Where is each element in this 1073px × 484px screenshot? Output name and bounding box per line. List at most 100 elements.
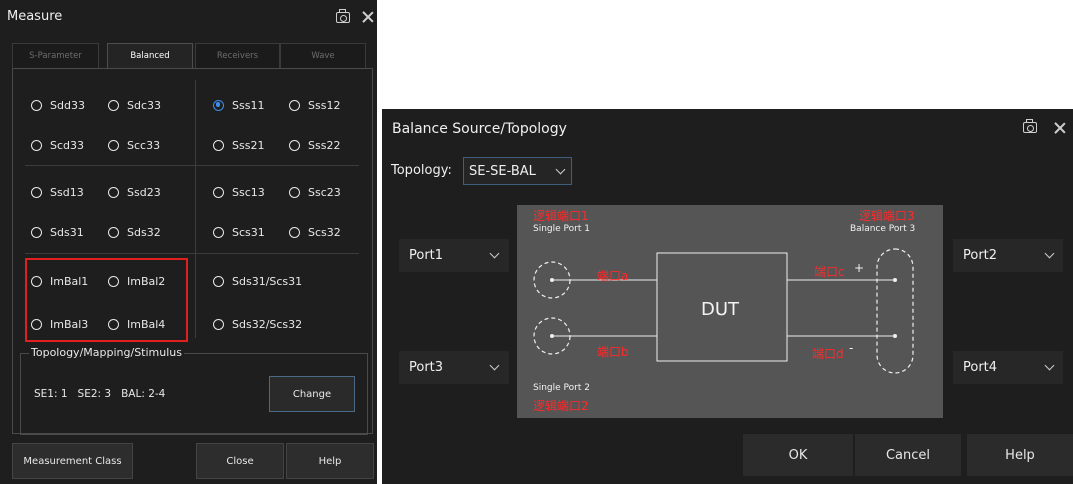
radio-label: Sds32/Scs32 [232,317,303,331]
radio-label: Sdd33 [50,98,85,112]
minus-label: - [849,341,854,355]
radio-unchecked-icon [108,226,119,238]
screenshot-icon[interactable] [336,9,350,23]
balance-port3-label: Balance Port 3 [850,224,916,234]
chevron-down-icon [489,360,500,371]
radio-unchecked-icon [31,186,42,198]
divider [195,80,196,338]
radio-unchecked-icon [108,99,119,111]
radio-sds31[interactable]: Sds31 [31,223,84,241]
balance-title: Balance Source/Topology [392,121,567,137]
tab-balanced[interactable]: Balanced [107,43,193,68]
port-b-label: 端口b [597,345,629,359]
chevron-down-icon [489,248,500,259]
logic-port3-label: 逻辑端口3 [859,209,915,223]
radio-unchecked-icon [289,226,300,238]
radio-unchecked-icon [213,318,224,330]
radio-ssc13[interactable]: Ssc13 [213,183,265,201]
ok-button[interactable]: OK [743,434,853,476]
port2-select[interactable]: Port2 [953,239,1063,272]
close-icon[interactable] [1054,122,1066,134]
measure-titlebar: Measure [0,0,377,34]
tab-s-parameter[interactable]: S-Parameter [12,43,99,68]
imbalance-highlight-box [25,258,188,342]
radio-label: Sss21 [232,138,265,152]
radio-sds32[interactable]: Sds32 [108,223,161,241]
port3-select[interactable]: Port3 [399,351,509,384]
radio-label: Sds32 [127,225,161,239]
radio-scc33[interactable]: Scc33 [108,136,160,154]
radio-scd33[interactable]: Scd33 [31,136,84,154]
radio-label: Sdc33 [127,98,162,112]
radio-unchecked-icon [213,186,224,198]
radio-scs31[interactable]: Scs31 [213,223,265,241]
close-icon[interactable] [362,11,374,23]
topology-mapping-value: SE1: 1 SE2: 3 BAL: 2-4 [34,388,166,400]
help-button[interactable]: Help [967,434,1073,476]
radio-unchecked-icon [31,139,42,151]
radio-label: Sss11 [232,98,265,112]
screenshot-icon[interactable] [1023,119,1037,133]
measure-title: Measure [7,9,63,24]
port-d-label: 端口d [812,347,844,361]
radio-unchecked-icon [289,186,300,198]
logic-port2-label: 逻辑端口2 [533,399,589,413]
radio-label: Scs32 [308,225,341,239]
radio-unchecked-icon [289,139,300,151]
radio-sds31-scs31[interactable]: Sds31/Scs31 [213,272,302,290]
single-port1-label: Single Port 1 [533,224,590,234]
port2-value: Port2 [963,248,998,263]
radio-label: Sds31 [50,225,84,239]
radio-sds32-scs32[interactable]: Sds32/Scs32 [213,315,302,333]
radio-label: Scd33 [50,138,85,152]
tab-wave[interactable]: Wave [280,43,366,68]
topology-group-label: Topology/Mapping/Stimulus [29,346,184,359]
radio-sdd33[interactable]: Sdd33 [31,96,85,114]
close-button[interactable]: Close [196,443,284,479]
balance-topology-dialog: Balance Source/Topology Topology: SE-SE-… [382,109,1073,484]
measure-dialog: Measure S-Parameter Balanced Receivers W… [0,0,377,484]
radio-label: Scs31 [232,225,265,239]
radio-sss11[interactable]: Sss11 [213,96,264,114]
radio-unchecked-icon [108,186,119,198]
single-port2-label: Single Port 2 [533,383,590,393]
radio-sss22[interactable]: Sss22 [289,136,340,154]
change-button[interactable]: Change [269,376,355,412]
radio-unchecked-icon [213,139,224,151]
measurement-class-button[interactable]: Measurement Class [12,443,133,479]
tab-receivers[interactable]: Receivers [195,43,280,68]
radio-sss21[interactable]: Sss21 [213,136,264,154]
port1-select[interactable]: Port1 [399,239,509,272]
radio-scs32[interactable]: Scs32 [289,223,341,241]
chevron-down-icon [1044,360,1055,371]
help-button[interactable]: Help [286,443,374,479]
radio-label: Ssc13 [232,185,265,199]
radio-unchecked-icon [108,139,119,151]
radio-checked-icon [213,99,224,111]
cancel-button[interactable]: Cancel [855,434,961,476]
radio-ssd13[interactable]: Ssd13 [31,183,84,201]
radio-label: Ssd23 [127,185,161,199]
radio-label: Ssd13 [50,185,84,199]
radio-label: Ssc23 [308,185,341,199]
radio-label: Sss12 [308,98,341,112]
chevron-down-icon [1044,248,1055,259]
dut-label: DUT [701,299,740,320]
radio-sss12[interactable]: Sss12 [289,96,340,114]
plus-label: + [854,261,865,275]
divider [25,165,359,166]
topology-value: SE-SE-BAL [469,163,536,179]
radio-unchecked-icon [31,226,42,238]
port-a-label: 端口a [597,269,629,283]
port1-value: Port1 [409,248,444,263]
radio-label: Sds31/Scs31 [232,274,303,288]
radio-unchecked-icon [213,226,224,238]
port4-select[interactable]: Port4 [953,351,1063,384]
radio-unchecked-icon [289,99,300,111]
radio-ssc23[interactable]: Ssc23 [289,183,341,201]
radio-sdc33[interactable]: Sdc33 [108,96,161,114]
topology-select[interactable]: SE-SE-BAL [463,157,572,185]
port3-value: Port3 [409,360,444,375]
chevron-down-icon [555,164,566,175]
radio-ssd23[interactable]: Ssd23 [108,183,161,201]
